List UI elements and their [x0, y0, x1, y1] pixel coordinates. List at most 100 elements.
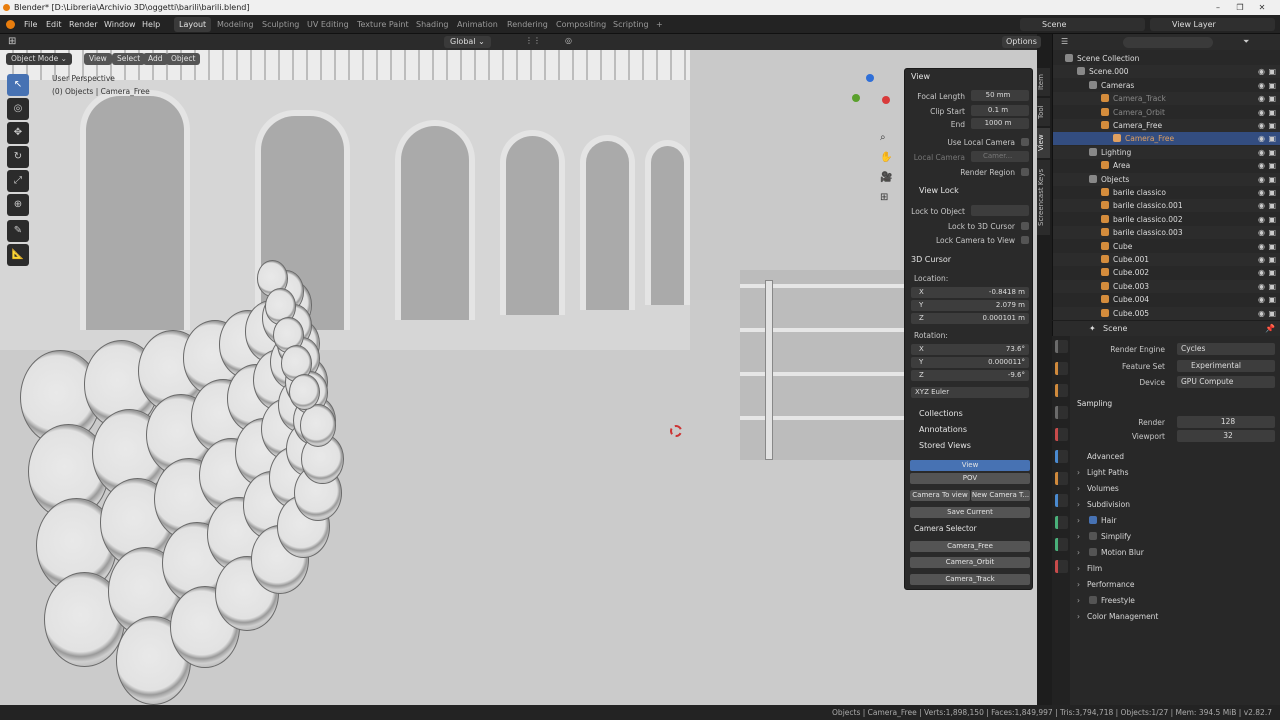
menu-edit[interactable]: Edit [46, 15, 62, 34]
tab-tool[interactable]: Tool [1037, 98, 1050, 126]
properties-tab-icon[interactable] [1055, 494, 1068, 507]
render-camera-icon[interactable]: ▣ [1268, 119, 1276, 132]
close-icon[interactable]: ✕ [1251, 0, 1273, 15]
render-camera-icon[interactable]: ▣ [1268, 307, 1276, 320]
scene-selector[interactable]: Scene [1020, 18, 1145, 31]
tab-shading[interactable]: Shading [411, 17, 454, 32]
tab-rendering[interactable]: Rendering [502, 17, 553, 32]
menu-file[interactable]: File [24, 15, 37, 34]
render-camera-icon[interactable]: ▣ [1268, 293, 1276, 306]
stored-views-header[interactable]: Stored Views [919, 441, 971, 450]
render-camera-icon[interactable]: ▣ [1268, 213, 1276, 226]
view-layer-selector[interactable]: View Layer [1150, 18, 1275, 31]
render-camera-icon[interactable]: ▣ [1268, 173, 1276, 186]
outliner-row[interactable]: Lighting ◉ ▣ [1053, 145, 1280, 159]
lock-camera-checkbox[interactable] [1021, 236, 1029, 244]
add-workspace-icon[interactable]: + [656, 15, 663, 34]
properties-section[interactable]: › Freestyle [1071, 594, 1280, 607]
render-camera-icon[interactable]: ▣ [1268, 186, 1276, 199]
properties-tab-icon[interactable] [1055, 406, 1068, 419]
transform-orientation-dropdown[interactable]: Global ⌄ [444, 36, 491, 48]
gizmo-y-axis[interactable] [852, 94, 860, 102]
render-camera-icon[interactable]: ▣ [1268, 146, 1276, 159]
visibility-eye-icon[interactable]: ◉ [1258, 199, 1265, 212]
properties-section[interactable]: › Color Management [1071, 610, 1280, 623]
zoom-icon[interactable]: ⌕ [880, 132, 886, 143]
menu-object[interactable]: Object [166, 53, 201, 65]
gizmo-x-axis[interactable] [882, 96, 890, 104]
collections-header[interactable]: Collections [919, 409, 963, 418]
stored-view-view-button[interactable]: View [910, 460, 1030, 471]
outliner-row[interactable]: Camera_Free ◉ ▣ [1053, 119, 1280, 132]
render-camera-icon[interactable]: ▣ [1268, 240, 1276, 253]
maximize-icon[interactable]: ❐ [1229, 0, 1251, 15]
render-camera-icon[interactable]: ▣ [1268, 79, 1276, 92]
options-dropdown[interactable]: Options [1002, 36, 1041, 48]
blender-menu-icon[interactable] [6, 20, 15, 29]
tab-scripting[interactable]: Scripting [608, 17, 654, 32]
navigation-gizmo[interactable] [848, 74, 892, 118]
measure-tool-icon[interactable]: 📐 [7, 244, 29, 266]
render-camera-icon[interactable]: ▣ [1268, 199, 1276, 212]
properties-section[interactable]: › Light Paths [1071, 466, 1280, 479]
pan-icon[interactable]: ✋ [880, 152, 892, 163]
visibility-eye-icon[interactable]: ◉ [1258, 280, 1265, 293]
outliner-row[interactable]: Area ◉ ▣ [1053, 159, 1280, 172]
properties-tab-icon[interactable] [1055, 450, 1068, 463]
view-section-header[interactable]: View [911, 72, 930, 81]
section-enable-checkbox[interactable] [1089, 516, 1097, 524]
outliner-row[interactable]: Cameras ◉ ▣ [1053, 79, 1280, 92]
outliner-row[interactable]: Objects ◉ ▣ [1053, 172, 1280, 186]
cursor-rotation-z-field[interactable]: Z -9.6° [911, 370, 1029, 381]
outliner-row[interactable]: barile classico.001 ◉ ▣ [1053, 199, 1280, 213]
properties-tab-icon[interactable] [1055, 362, 1068, 375]
device-dropdown[interactable]: GPU Compute [1177, 376, 1275, 388]
properties-tab-icon[interactable] [1055, 560, 1068, 573]
outliner-row[interactable]: Camera_Free ◉ ▣ [1053, 132, 1280, 146]
properties-tab-icon[interactable] [1055, 340, 1068, 353]
properties-section[interactable]: › Hair [1071, 514, 1280, 527]
camera-free-button[interactable]: Camera_Free [910, 541, 1030, 552]
cursor-rotation-x-field[interactable]: X 73.6° [911, 344, 1029, 355]
outliner-row[interactable]: Cube.005 ◉ ▣ [1053, 306, 1280, 320]
select-box-tool-icon[interactable]: ↖ [7, 74, 29, 96]
annotate-tool-icon[interactable]: ✎ [7, 220, 29, 242]
mode-dropdown[interactable]: Object Mode ⌄ [6, 53, 72, 65]
properties-tab-icon[interactable] [1055, 384, 1068, 397]
properties-section[interactable]: › Film [1071, 562, 1280, 575]
render-samples-field[interactable]: 128 [1177, 416, 1275, 428]
section-enable-checkbox[interactable] [1089, 548, 1097, 556]
menu-view[interactable]: View [84, 53, 112, 65]
camera-to-view-button[interactable]: Camera To view [910, 490, 970, 501]
cursor-rotation-y-field[interactable]: Y 0.000011° [911, 357, 1029, 368]
outliner-row[interactable]: Cube.003 ◉ ▣ [1053, 279, 1280, 293]
local-camera-field[interactable]: Camer... [971, 151, 1029, 162]
tab-modeling[interactable]: Modeling [212, 17, 258, 32]
visibility-eye-icon[interactable]: ◉ [1258, 293, 1265, 306]
render-camera-icon[interactable]: ▣ [1268, 226, 1276, 239]
render-camera-icon[interactable]: ▣ [1268, 65, 1276, 78]
clip-start-field[interactable]: 0.1 m [971, 105, 1029, 116]
outliner-row[interactable]: Cube.001 ◉ ▣ [1053, 253, 1280, 266]
outliner-row[interactable]: Camera_Track ◉ ▣ [1053, 92, 1280, 106]
cursor-location-z-field[interactable]: Z 0.000101 m [911, 313, 1029, 324]
outliner-row[interactable]: barile classico.002 ◉ ▣ [1053, 213, 1280, 226]
visibility-eye-icon[interactable]: ◉ [1258, 92, 1265, 105]
properties-section[interactable]: › Subdivision [1071, 498, 1280, 511]
tab-item[interactable]: Item [1037, 68, 1050, 96]
camera-orbit-button[interactable]: Camera_Orbit [910, 557, 1030, 568]
transform-tool-icon[interactable]: ⊕ [7, 194, 29, 216]
pin-icon[interactable]: 📌 [1265, 324, 1275, 333]
properties-tab-icon[interactable] [1055, 538, 1068, 551]
lock-3d-cursor-checkbox[interactable] [1021, 222, 1029, 230]
cursor-tool-icon[interactable]: ◎ [7, 98, 29, 120]
outliner-row[interactable]: barile classico ◉ ▣ [1053, 186, 1280, 199]
properties-tab-icon[interactable] [1055, 472, 1068, 485]
render-camera-icon[interactable]: ▣ [1268, 159, 1276, 172]
stored-view-pov-button[interactable]: POV [910, 473, 1030, 484]
menu-select[interactable]: Select [112, 53, 146, 65]
render-camera-icon[interactable]: ▣ [1268, 253, 1276, 266]
sampling-header[interactable]: Sampling [1077, 399, 1112, 408]
focal-length-field[interactable]: 50 mm [971, 90, 1029, 101]
filter-icon[interactable]: ⏷ [1243, 37, 1249, 47]
